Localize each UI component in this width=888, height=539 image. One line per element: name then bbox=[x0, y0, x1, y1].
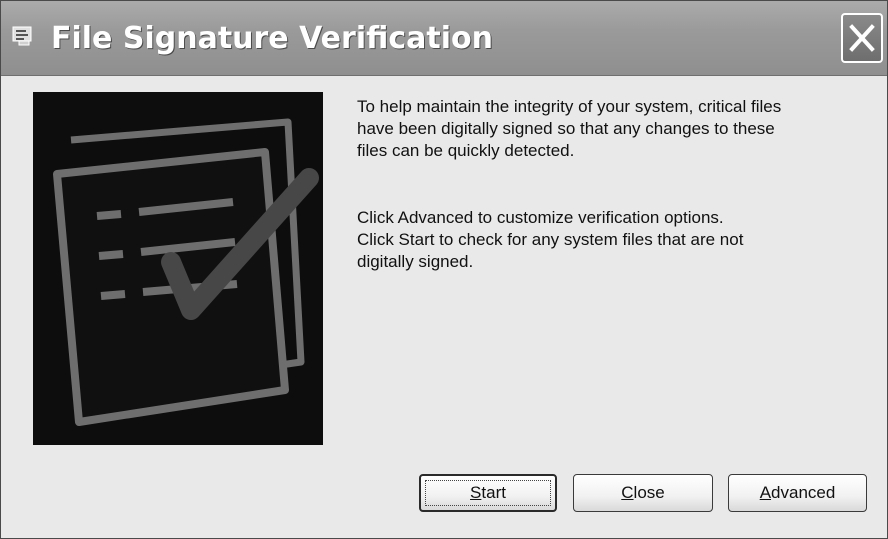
advanced-label: dvanced bbox=[771, 483, 836, 502]
dialog-client-area: To help maintain the integrity of your s… bbox=[1, 76, 887, 538]
close-button[interactable]: Close bbox=[573, 474, 713, 512]
start-button[interactable]: Start bbox=[419, 474, 557, 512]
instructions-text: Click Advanced to customize verification… bbox=[357, 207, 867, 273]
instruction-line: Click Advanced to customize verification… bbox=[357, 208, 724, 227]
close-accelerator: C bbox=[621, 483, 634, 502]
advanced-button[interactable]: Advanced bbox=[728, 474, 867, 512]
instruction-line: digitally signed. bbox=[357, 252, 474, 271]
close-label: lose bbox=[633, 483, 665, 502]
close-window-button[interactable] bbox=[841, 13, 883, 63]
advanced-accelerator: A bbox=[759, 483, 772, 502]
signed-document-checkmark-icon bbox=[33, 92, 323, 445]
instruction-line: Click Start to check for any system file… bbox=[357, 230, 744, 249]
description-line: have been digitally signed so that any c… bbox=[357, 119, 775, 138]
focus-rectangle bbox=[425, 480, 551, 506]
description-line: To help maintain the integrity of your s… bbox=[357, 97, 782, 116]
integrity-description: To help maintain the integrity of your s… bbox=[357, 96, 867, 162]
title-bar[interactable]: File Signature Verification bbox=[1, 1, 887, 76]
window-title: File Signature Verification bbox=[51, 21, 493, 56]
description-line: files can be quickly detected. bbox=[357, 141, 575, 160]
file-verification-icon bbox=[11, 25, 37, 47]
close-icon bbox=[849, 24, 875, 52]
dialog-window: File Signature Verification To help main… bbox=[0, 0, 888, 539]
